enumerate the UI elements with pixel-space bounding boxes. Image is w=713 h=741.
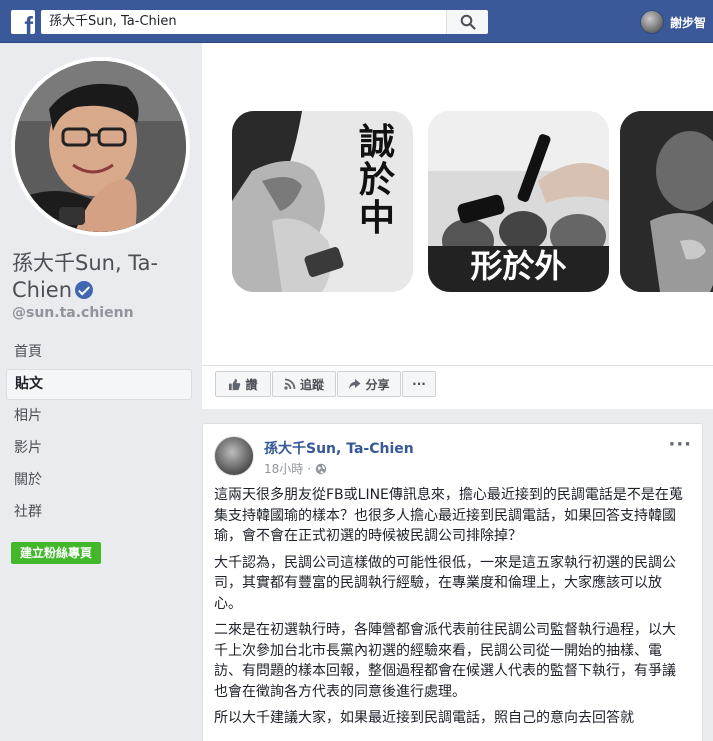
share-button[interactable]: 分享 bbox=[337, 371, 401, 397]
like-button-label: 讚 bbox=[245, 377, 258, 392]
page-navigation: 首頁 貼文 相片 影片 關於 社群 bbox=[6, 337, 192, 529]
search-input[interactable]: 孫大千Sun, Ta-Chien bbox=[41, 10, 446, 34]
like-icon bbox=[229, 378, 241, 390]
profile-picture[interactable] bbox=[11, 57, 190, 236]
follow-button[interactable]: 追蹤 bbox=[272, 371, 336, 397]
cover-tile-illustration bbox=[620, 111, 713, 292]
post-paragraph: 二來是在初選執行時，各陣營都會派代表前往民調公司監督執行過程，以大千上次參加台北… bbox=[214, 622, 676, 700]
cover-tile-sincerity: 誠於中 bbox=[232, 111, 413, 292]
left-sidebar: 孫大千Sun, Ta-Chien @sun.ta.chienn 首頁 貼文 相片… bbox=[0, 43, 202, 741]
post-options-button[interactable]: ··· bbox=[668, 434, 692, 455]
profile-photo bbox=[15, 61, 186, 232]
post-body: 這兩天很多朋友從FB或LINE傳訊息來，擔心最近接到的民調電話是不是在蒐集支持韓… bbox=[214, 485, 684, 735]
post-author-avatar[interactable] bbox=[214, 436, 254, 476]
nav-item-about[interactable]: 關於 bbox=[6, 465, 192, 496]
page-action-bar: 讚 追蹤 分享 ··· bbox=[202, 365, 713, 409]
share-icon bbox=[349, 379, 361, 389]
user-avatar[interactable] bbox=[640, 10, 664, 34]
nav-item-home[interactable]: 首頁 bbox=[6, 337, 192, 368]
nav-item-posts[interactable]: 貼文 bbox=[6, 369, 192, 400]
search-button[interactable] bbox=[446, 10, 488, 34]
current-user-chip[interactable]: 謝步智 bbox=[640, 10, 706, 34]
nav-item-photos[interactable]: 相片 bbox=[6, 401, 192, 432]
post-card: 孫大千Sun, Ta-Chien 18小時 · ··· 這兩天很多朋友從FB或L… bbox=[202, 423, 703, 741]
like-button[interactable]: 讚 bbox=[215, 371, 271, 397]
share-button-label: 分享 bbox=[365, 377, 390, 392]
post-author-name[interactable]: 孫大千Sun, Ta-Chien bbox=[264, 438, 414, 458]
cover-tile-partial bbox=[620, 111, 713, 292]
page-username[interactable]: @sun.ta.chienn bbox=[12, 305, 134, 321]
user-name[interactable]: 謝步智 bbox=[670, 14, 706, 31]
nav-item-community[interactable]: 社群 bbox=[6, 497, 192, 528]
create-page-button[interactable]: 建立粉絲專頁 bbox=[11, 542, 102, 564]
page-name[interactable]: 孫大千Sun, Ta-Chien bbox=[12, 250, 197, 304]
cover-tile-text-sincerity: 誠於中 bbox=[358, 121, 395, 239]
post-paragraph: 這兩天很多朋友從FB或LINE傳訊息來，擔心最近接到的民調電話是不是在蒐集支持韓… bbox=[214, 487, 683, 544]
facebook-logo-icon[interactable]: f bbox=[11, 10, 35, 34]
post-paragraph: 大千認為，民調公司這樣做的可能性很低，一來是這五家執行初選的民調公司，其實都有豐… bbox=[214, 554, 676, 612]
nav-item-videos[interactable]: 影片 bbox=[6, 433, 192, 464]
cover-photo[interactable]: 誠於中 形於外 bbox=[202, 43, 713, 365]
cover-tile-text-expression: 形於外 bbox=[470, 247, 567, 285]
post-meta: 18小時 · bbox=[264, 460, 327, 477]
meta-separator: · bbox=[307, 461, 312, 476]
rss-icon bbox=[284, 378, 296, 390]
globe-icon[interactable] bbox=[315, 463, 327, 475]
facebook-logo-letter: f bbox=[24, 11, 33, 34]
cover-tile-expression: 形於外 bbox=[428, 111, 609, 292]
more-options-label: ··· bbox=[412, 377, 426, 391]
post-timestamp[interactable]: 18小時 bbox=[264, 460, 303, 477]
search-icon bbox=[460, 14, 476, 30]
top-navigation-bar: f 孫大千Sun, Ta-Chien 謝步智 bbox=[0, 0, 713, 43]
more-options-button[interactable]: ··· bbox=[402, 371, 436, 397]
verified-icon bbox=[75, 281, 94, 299]
post-paragraph: 所以大千建議大家，如果最近接到民調電話，照自己的意向去回答就 bbox=[214, 710, 634, 726]
follow-button-label: 追蹤 bbox=[299, 377, 324, 392]
profile-photo-illustration bbox=[15, 61, 186, 232]
